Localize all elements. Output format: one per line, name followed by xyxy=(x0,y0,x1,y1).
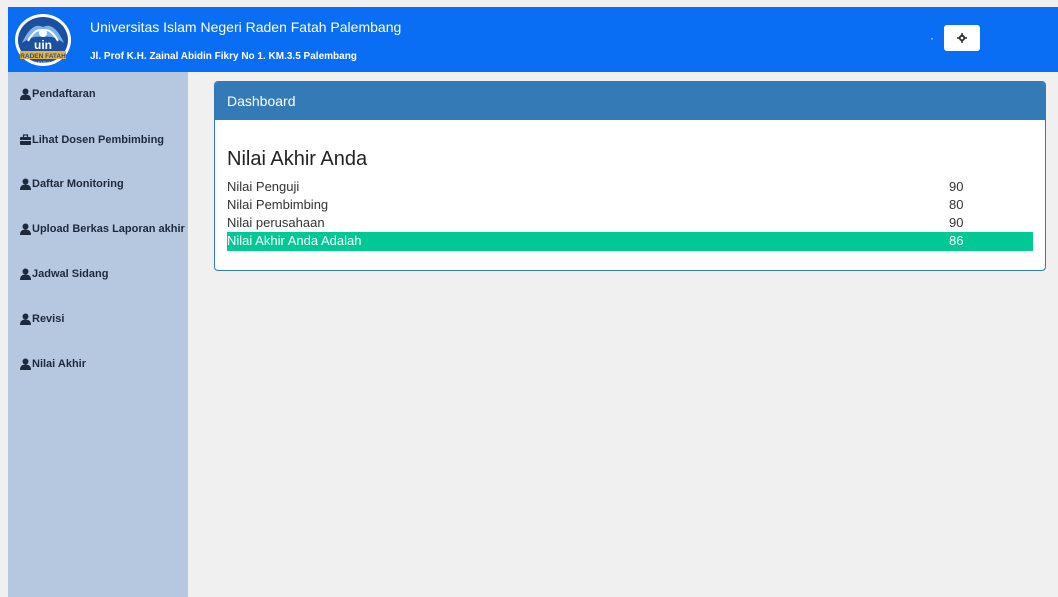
university-address: Jl. Prof K.H. Zainal Abidin Fikry No 1. … xyxy=(90,51,357,62)
dashboard-panel: Dashboard Nilai Akhir Anda Nilai Penguji… xyxy=(214,81,1046,271)
sidebar-item-label: Nilai Akhir xyxy=(32,358,86,370)
sidebar-item-label: Pendaftaran xyxy=(32,88,96,100)
sidebar-item-label: Upload Berkas Laporan akhir xyxy=(32,223,185,235)
main-content: Dashboard Nilai Akhir Anda Nilai Penguji… xyxy=(188,72,1058,597)
sidebar-item-label: Revisi xyxy=(32,313,65,325)
grade-value: 80 xyxy=(949,197,964,212)
user-icon xyxy=(20,313,31,325)
sidebar-item-pendaftaran[interactable]: Pendaftaran xyxy=(20,88,96,100)
panel-heading: Dashboard xyxy=(215,82,1045,120)
header-dot: · xyxy=(930,31,934,45)
grade-row: Nilai perusahaan 90 xyxy=(227,214,1033,232)
logo-subtext: RADEN FATAH xyxy=(20,53,66,60)
user-icon xyxy=(20,178,31,190)
grade-label: Nilai Pembimbing xyxy=(227,197,329,212)
sidebar-item-revisi[interactable]: Revisi xyxy=(20,313,64,325)
grade-label: Nilai perusahaan xyxy=(227,215,325,230)
top-header: uin RADEN FATAH PALEMBANG Universitas Is… xyxy=(8,7,1058,72)
sidebar-item-label: Jadwal Sidang xyxy=(32,268,109,280)
gear-icon xyxy=(957,33,967,43)
logo-text: uin xyxy=(34,38,52,52)
sidebar-item-nilai-akhir[interactable]: Nilai Akhir xyxy=(20,358,86,370)
sidebar-item-label: Daftar Monitoring xyxy=(32,178,124,190)
final-grade-value: 86 xyxy=(949,233,964,248)
user-icon xyxy=(20,223,31,235)
logo-subtext-2: PALEMBANG xyxy=(31,60,56,65)
final-grade-row: Nilai Akhir Anda Adalah 86 xyxy=(227,232,1033,251)
university-name: Universitas Islam Negeri Raden Fatah Pal… xyxy=(90,19,402,35)
grade-row: Nilai Pembimbing 80 xyxy=(227,196,1033,214)
grade-value: 90 xyxy=(949,179,964,194)
grade-value: 90 xyxy=(949,215,964,230)
sidebar-item-lihat-dosen-pembimbing[interactable]: Lihat Dosen Pembimbing xyxy=(20,134,164,146)
sidebar-item-label: Lihat Dosen Pembimbing xyxy=(32,134,165,146)
user-icon xyxy=(20,268,31,280)
sidebar-item-upload-berkas[interactable]: Upload Berkas Laporan akhir xyxy=(20,223,185,235)
grade-label: Nilai Penguji xyxy=(227,179,300,194)
sidebar: Pendaftaran Lihat Dosen Pembimbing Dafta… xyxy=(8,72,188,597)
user-icon xyxy=(20,88,31,100)
sidebar-item-daftar-monitoring[interactable]: Daftar Monitoring xyxy=(20,178,124,190)
sidebar-item-jadwal-sidang[interactable]: Jadwal Sidang xyxy=(20,268,108,280)
briefcase-icon xyxy=(20,134,31,145)
settings-button[interactable] xyxy=(944,25,980,51)
user-icon xyxy=(20,358,31,370)
final-grade-label: Nilai Akhir Anda Adalah xyxy=(227,233,362,248)
grade-row: Nilai Penguji 90 xyxy=(227,178,1033,196)
university-logo: uin RADEN FATAH PALEMBANG xyxy=(15,14,71,66)
page-title: Nilai Akhir Anda xyxy=(227,148,368,170)
